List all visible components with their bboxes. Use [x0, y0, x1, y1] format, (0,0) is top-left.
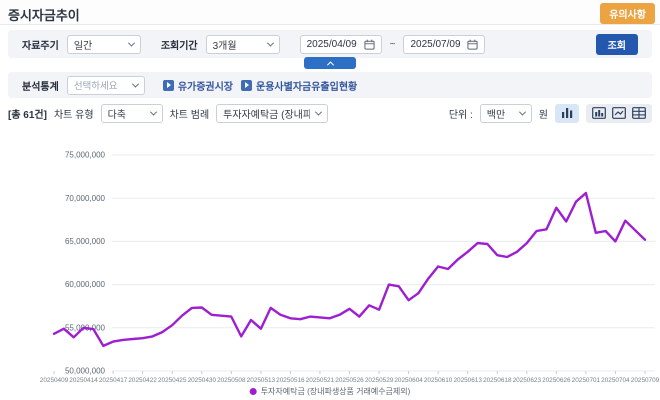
svg-text:20250618: 20250618	[483, 377, 512, 384]
search-button[interactable]: 조회	[596, 34, 638, 55]
period-label: 조회기간	[161, 37, 198, 52]
fund-flow-by-manager-link[interactable]: 운용사별자금유출입현황	[241, 78, 357, 93]
chevron-down-icon	[519, 108, 526, 115]
svg-text:20250516: 20250516	[276, 377, 305, 384]
svg-text:20250623: 20250623	[513, 377, 542, 384]
svg-text:20250414: 20250414	[69, 377, 98, 384]
chart-legend: 투자자예탁금 (장내파생상품 거래예수금제외)	[250, 386, 411, 397]
chart-legend-label: 차트 범례	[170, 106, 210, 121]
data-cycle-label: 자료주기	[22, 37, 59, 52]
svg-text:20250425: 20250425	[158, 377, 187, 384]
svg-text:20250604: 20250604	[394, 377, 423, 384]
kospi-market-link[interactable]: 유가증권시장	[163, 78, 233, 93]
svg-text:75,000,000: 75,000,000	[65, 151, 106, 160]
chart-type-label: 차트 유형	[54, 106, 94, 121]
header: 증시자금추이 유의사항	[0, 0, 660, 25]
chevron-down-icon	[132, 80, 139, 87]
svg-text:20250610: 20250610	[424, 377, 453, 384]
calendar-icon	[364, 39, 375, 50]
chart-and-grid-view-button[interactable]	[592, 107, 606, 119]
svg-text:60,000,000: 60,000,000	[65, 280, 106, 289]
svg-text:65,000,000: 65,000,000	[65, 237, 106, 246]
svg-text:20250508: 20250508	[217, 377, 246, 384]
chevron-down-icon	[267, 39, 274, 46]
notice-button[interactable]: 유의사항	[600, 3, 655, 24]
unit-suffix: 원	[539, 106, 548, 121]
svg-text:20250626: 20250626	[542, 377, 571, 384]
analysis-panel: 분석통계 선택하세요 유가증권시장 운용사별자금유출입현황	[8, 72, 652, 98]
svg-text:20250521: 20250521	[306, 377, 335, 384]
chart-type-select[interactable]: 다축	[101, 104, 163, 123]
chevron-up-icon	[326, 61, 333, 68]
total-count: [총 61건]	[8, 106, 47, 121]
chevron-down-icon	[315, 108, 322, 115]
date-range-separator: ~	[390, 39, 396, 50]
unit-select[interactable]: 백만	[480, 104, 532, 123]
calendar-icon	[467, 39, 478, 50]
unit-label: 단위 :	[449, 106, 473, 121]
chart-view-button[interactable]	[555, 104, 579, 123]
chart-image-view-button[interactable]	[612, 107, 626, 119]
date-to-input[interactable]: 2025/07/09	[403, 35, 485, 54]
chevron-down-icon	[128, 39, 135, 46]
legend-dot-icon	[250, 388, 257, 395]
svg-text:20250417: 20250417	[99, 377, 128, 384]
app-window: 증시자금추이 유의사항 자료주기 일간 조회기간 3개월 2025/04/09	[0, 0, 660, 400]
svg-text:50,000,000: 50,000,000	[65, 367, 106, 376]
line-chart[interactable]: 50,000,00055,000,00060,000,00065,000,000…	[0, 128, 660, 400]
chart-area: 50,000,00055,000,00060,000,00065,000,000…	[0, 128, 660, 400]
analysis-label: 분석통계	[22, 78, 59, 93]
analysis-select[interactable]: 선택하세요	[67, 76, 145, 95]
svg-text:20250613: 20250613	[453, 377, 482, 384]
svg-text:20250409: 20250409	[40, 377, 69, 384]
filter-panel: 자료주기 일간 조회기간 3개월 2025/04/09	[8, 30, 652, 58]
chart-grid-icon	[592, 107, 606, 119]
chart-toolbar: [총 61건] 차트 유형 다축 차트 범례 투자자예탁금 (장내파생상품 거래…	[0, 100, 660, 126]
svg-text:20250513: 20250513	[247, 377, 276, 384]
page-title: 증시자금추이	[8, 5, 80, 24]
play-icon	[241, 80, 252, 91]
date-from-input[interactable]: 2025/04/09	[300, 35, 382, 54]
svg-text:20250422: 20250422	[128, 377, 157, 384]
svg-text:20250529: 20250529	[365, 377, 394, 384]
data-cycle-select[interactable]: 일간	[67, 35, 141, 54]
collapse-filter-button[interactable]	[304, 57, 356, 69]
chart-legend-select[interactable]: 투자자예탁금 (장내파생상품 거래예수금제외)	[216, 104, 328, 123]
svg-text:20250430: 20250430	[188, 377, 217, 384]
bar-chart-icon	[561, 107, 574, 119]
svg-text:20250704: 20250704	[601, 377, 630, 384]
period-select[interactable]: 3개월	[206, 35, 280, 54]
legend-series-name: 투자자예탁금 (장내파생상품 거래예수금제외)	[261, 386, 411, 397]
play-icon	[163, 80, 174, 91]
svg-text:20250526: 20250526	[335, 377, 364, 384]
table-icon	[632, 107, 646, 119]
svg-text:20250701: 20250701	[572, 377, 601, 384]
svg-text:70,000,000: 70,000,000	[65, 194, 106, 203]
view-mode-group	[586, 104, 652, 123]
chevron-down-icon	[150, 108, 157, 115]
svg-text:20250709: 20250709	[631, 377, 660, 384]
chart-image-icon	[612, 107, 626, 119]
table-view-button[interactable]	[632, 107, 646, 119]
